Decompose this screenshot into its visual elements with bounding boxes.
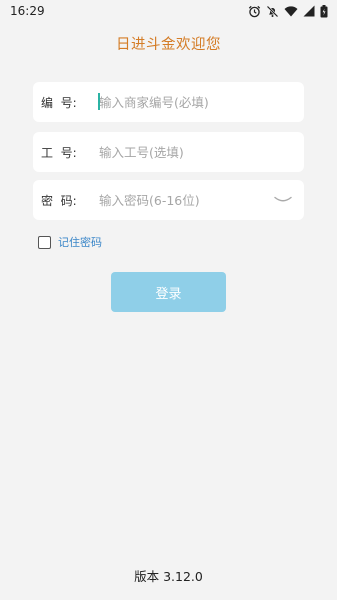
battery-icon bbox=[320, 4, 328, 17]
merchant-id-label: 编 号: bbox=[41, 95, 77, 110]
welcome-title: 日进斗金欢迎您 bbox=[116, 37, 221, 53]
employee-id-label: 工 号: bbox=[41, 145, 77, 160]
password-visibility-toggle[interactable] bbox=[270, 190, 296, 210]
remember-password-checkbox[interactable] bbox=[38, 235, 51, 249]
merchant-id-input[interactable] bbox=[99, 87, 304, 117]
password-input[interactable] bbox=[99, 185, 270, 215]
login-button[interactable]: 登录 bbox=[111, 272, 226, 312]
alarm-icon bbox=[248, 5, 261, 17]
remember-password-option[interactable]: 记住密码 bbox=[38, 234, 102, 250]
employee-id-input[interactable] bbox=[99, 137, 304, 167]
employee-id-field[interactable]: 工 号: bbox=[33, 132, 304, 172]
password-label: 密 码: bbox=[41, 193, 77, 208]
remember-password-label[interactable]: 记住密码 bbox=[58, 234, 102, 250]
merchant-id-field[interactable]: 编 号: bbox=[33, 82, 304, 122]
version-text: 版本 3.12.0 bbox=[134, 569, 203, 584]
eye-closed-icon bbox=[274, 196, 292, 202]
status-time: 16:29 bbox=[10, 4, 45, 18]
status-icons bbox=[248, 4, 328, 18]
signal-icon bbox=[303, 5, 315, 17]
wifi-icon bbox=[284, 6, 298, 17]
status-bar: 16:29 bbox=[0, 0, 337, 22]
mute-icon bbox=[266, 5, 279, 17]
password-field[interactable]: 密 码: bbox=[33, 180, 304, 220]
text-cursor bbox=[98, 93, 100, 110]
